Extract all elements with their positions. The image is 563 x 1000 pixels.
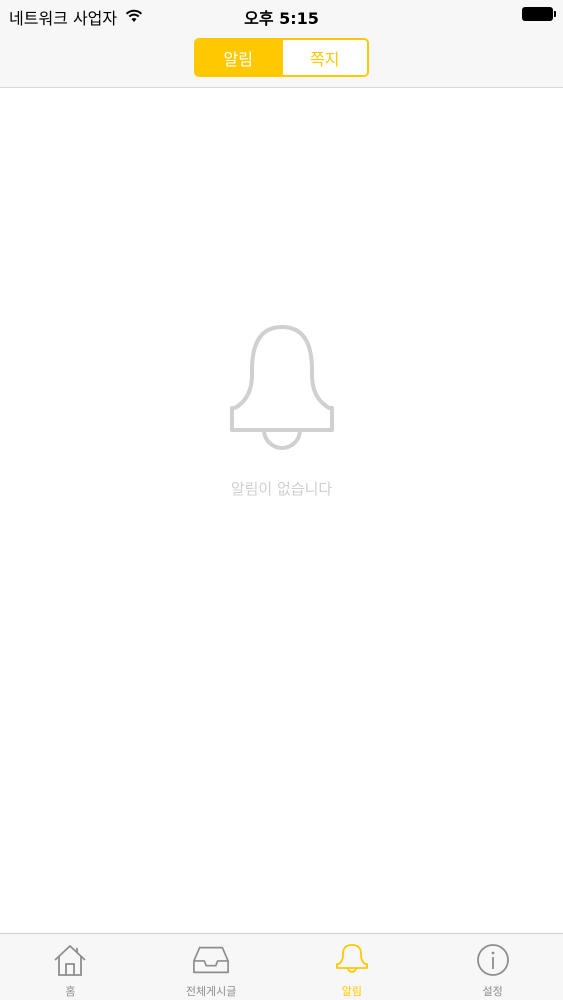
- empty-state: 알림이 없습니다: [0, 320, 563, 499]
- nav-bar: 알림 쪽지: [0, 30, 563, 88]
- tab-notifications[interactable]: 알림: [282, 934, 423, 1000]
- inbox-icon: [192, 942, 230, 978]
- segment-messages[interactable]: 쪽지: [280, 40, 367, 75]
- status-time: 오후 5:15: [244, 9, 319, 28]
- empty-message: 알림이 없습니다: [230, 480, 333, 498]
- tab-home[interactable]: 홈: [0, 934, 141, 1000]
- notifications-screen: 네트워크 사업자 오후 5:15 알림 쪽지 알림이 없습니다 홈 전체게시글 …: [0, 0, 563, 1000]
- tab-settings[interactable]: 설정: [422, 934, 563, 1000]
- tab-notifications-label: 알림: [341, 985, 362, 998]
- bell-icon: [229, 325, 334, 450]
- tab-home-label: 홈: [65, 985, 76, 998]
- info-icon: [474, 942, 512, 978]
- tab-bar: 홈 전체게시글 알림 설정: [0, 933, 563, 1000]
- bell-icon: [333, 942, 371, 978]
- battery-icon: [522, 7, 556, 21]
- home-icon: [51, 942, 89, 978]
- segment-notifications[interactable]: 알림: [196, 40, 281, 75]
- tab-all-posts-label: 전체게시글: [185, 985, 237, 998]
- tab-all-posts[interactable]: 전체게시글: [141, 934, 282, 1000]
- status-bar: 네트워크 사업자 오후 5:15: [0, 0, 563, 30]
- tab-settings-label: 설정: [482, 985, 503, 998]
- segmented-control: 알림 쪽지: [194, 38, 369, 77]
